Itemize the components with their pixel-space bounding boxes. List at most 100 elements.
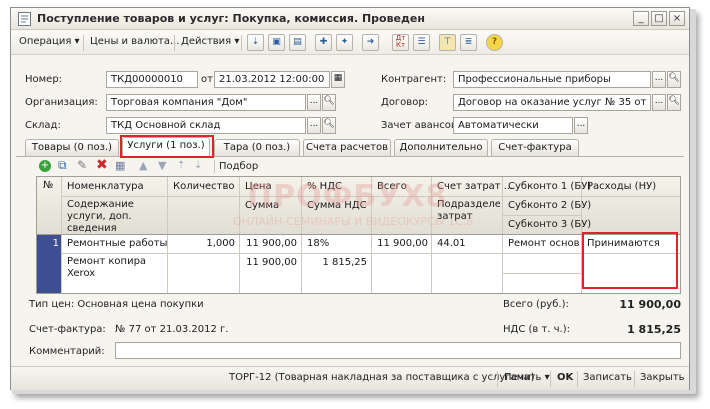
tab-invoice[interactable]: Счет-фактура	[491, 139, 579, 156]
organization-search-icon[interactable]: 🔍︎	[322, 94, 336, 111]
tab-containers[interactable]: Тара (0 поз.)	[214, 139, 300, 156]
go-to-icon[interactable]: ➜	[362, 34, 379, 51]
move-down-icon[interactable]: ▼	[158, 159, 171, 173]
header-vat-sum[interactable]: Сумма НДС	[304, 200, 367, 211]
organization-field[interactable]: Торговая компания "Дом"	[106, 94, 306, 111]
organization-label: Организация:	[25, 97, 98, 108]
sort-asc-icon[interactable]: ⇡	[177, 159, 190, 173]
cell-subconto1[interactable]: Ремонт основ...	[505, 238, 580, 249]
table-icon[interactable]: ▦	[115, 159, 128, 173]
grid-line	[502, 215, 581, 216]
warehouse-search-icon[interactable]: 🔍︎	[322, 117, 336, 134]
prices-currency-button[interactable]: Цены и валюта...	[90, 36, 180, 47]
header-content[interactable]: Содержание услуги, доп. сведения	[64, 199, 166, 235]
cell-content[interactable]: Ремонт копира Xerox	[64, 256, 166, 280]
print-menu[interactable]: Печать ▾	[504, 372, 550, 383]
operation-menu[interactable]: Операция ▾	[19, 36, 80, 47]
move-up-icon[interactable]: ▲	[139, 159, 152, 173]
contractor-field[interactable]: Профессиональные приборы	[453, 71, 651, 88]
copy-row-icon[interactable]: ⧉	[58, 159, 71, 173]
close-button[interactable]: Закрыть	[640, 372, 685, 383]
header-division[interactable]: Подразделение затрат	[434, 199, 500, 223]
save-icon[interactable]: ⇣	[247, 34, 264, 51]
grid-line	[431, 177, 432, 293]
cell-qty[interactable]: 1,000	[167, 238, 235, 249]
torg12-button[interactable]: ТОРГ-12 (Товарная накладная за поставщик…	[229, 372, 535, 383]
tab-additional[interactable]: Дополнительно	[394, 139, 488, 156]
comment-field[interactable]	[115, 342, 681, 359]
header-qty[interactable]: Количество	[170, 181, 235, 192]
contract-field[interactable]: Договор на оказание услуг № 35 от 11.03.	[453, 94, 651, 111]
post-icon[interactable]: ▣	[268, 34, 285, 51]
bottom-separator	[634, 371, 635, 387]
advance-select-button[interactable]: ...	[574, 117, 588, 134]
header-cost-account[interactable]: Счет затрат ...	[434, 181, 513, 192]
grid-line	[502, 273, 581, 274]
cell-nomenclature[interactable]: Ремонтные работы	[64, 238, 167, 249]
header-subconto3[interactable]: Субконто 3 (БУ)	[505, 219, 591, 230]
dt-kt-icon[interactable]: Дт Кт	[392, 34, 409, 51]
structure-icon[interactable]: ☰	[413, 34, 430, 51]
close-window-button[interactable]: ×	[669, 11, 685, 26]
header-total[interactable]: Всего	[374, 181, 407, 192]
cell-price[interactable]: 11 900,00	[239, 238, 297, 249]
help-icon[interactable]: ?	[486, 34, 503, 51]
based-on-icon[interactable]: ✦	[336, 34, 353, 51]
unpost-icon[interactable]: ▤	[289, 34, 306, 51]
contract-search-icon[interactable]: 🔍︎	[667, 94, 681, 111]
header-nomenclature[interactable]: Номенклатура	[64, 181, 144, 192]
contractor-select-button[interactable]: ...	[652, 71, 666, 88]
bottom-bar: ТОРГ-12 (Товарная накладная за поставщик…	[11, 366, 689, 390]
selection-button[interactable]: Подбор	[219, 161, 258, 172]
copy-document-icon[interactable]: ✚	[315, 34, 332, 51]
cell-sum[interactable]: 11 900,00	[239, 257, 297, 268]
header-vat-pct[interactable]: % НДС	[304, 181, 342, 192]
warehouse-select-button[interactable]: ...	[307, 117, 321, 134]
window-title: Поступление товаров и услуг: Покупка, ко…	[37, 12, 425, 25]
header-expenses[interactable]: Расходы (НУ)	[584, 181, 656, 192]
cell-total[interactable]: 11 900,00	[371, 238, 428, 249]
invoice-link[interactable]: № 77 от 21.03.2012 г.	[115, 324, 228, 335]
date-field[interactable]: 21.03.2012 12:00:00	[214, 71, 330, 88]
number-label: Номер:	[25, 74, 63, 85]
filter-icon[interactable]: ⊤	[439, 34, 456, 51]
maximize-button[interactable]: □	[651, 11, 667, 26]
contract-label: Договор:	[381, 97, 429, 108]
edit-row-icon[interactable]: ✎	[77, 159, 90, 173]
list-view-icon[interactable]: ≣	[460, 34, 477, 51]
actions-menu[interactable]: Действия ▾	[181, 36, 239, 47]
number-field[interactable]: ТКД00000010	[106, 71, 198, 88]
grid-line	[239, 177, 240, 293]
cell-account[interactable]: 44.01	[434, 238, 466, 249]
contract-select-button[interactable]: ...	[652, 94, 666, 111]
document-window: Поступление товаров и услуг: Покупка, ко…	[10, 7, 690, 390]
row-number: 1	[52, 238, 59, 249]
ok-button[interactable]: OK	[557, 372, 573, 383]
header-price[interactable]: Цена	[242, 181, 272, 192]
cell-vat-pct[interactable]: 18%	[304, 238, 329, 249]
comment-label: Комментарий:	[29, 346, 105, 357]
advance-label: Зачет авансов:	[381, 120, 461, 131]
toolbar: Операция ▾ Цены и валюта... Действия ▾ ⇣…	[11, 31, 689, 55]
header-subconto1[interactable]: Субконто 1 (БУ)	[505, 181, 591, 192]
cell-vat-sum[interactable]: 1 815,25	[301, 257, 367, 268]
document-icon	[18, 12, 31, 26]
advance-field[interactable]: Автоматически	[453, 117, 573, 134]
sort-desc-icon[interactable]: ⇣	[194, 159, 207, 173]
toolbar-separator	[83, 35, 84, 51]
header-subconto2[interactable]: Субконто 2 (БУ)	[505, 200, 591, 211]
grid-line	[61, 196, 680, 197]
contractor-search-icon[interactable]: 🔍︎	[667, 71, 681, 88]
organization-select-button[interactable]: ...	[307, 94, 321, 111]
add-row-icon[interactable]: +	[39, 160, 51, 172]
tab-settlement-accounts[interactable]: Счета расчетов	[303, 139, 391, 156]
minimize-button[interactable]: _	[633, 11, 649, 26]
header-sum[interactable]: Сумма	[242, 200, 279, 211]
write-button[interactable]: Записать	[583, 372, 632, 383]
calendar-icon[interactable]: ▦	[331, 71, 345, 88]
warehouse-label: Склад:	[25, 120, 61, 131]
invoice-label: Счет-фактура:	[29, 324, 106, 335]
tab-goods[interactable]: Товары (0 поз.)	[25, 139, 119, 156]
warehouse-field[interactable]: ТКД Основной склад	[106, 117, 306, 134]
delete-row-icon[interactable]: ✖	[96, 158, 109, 172]
